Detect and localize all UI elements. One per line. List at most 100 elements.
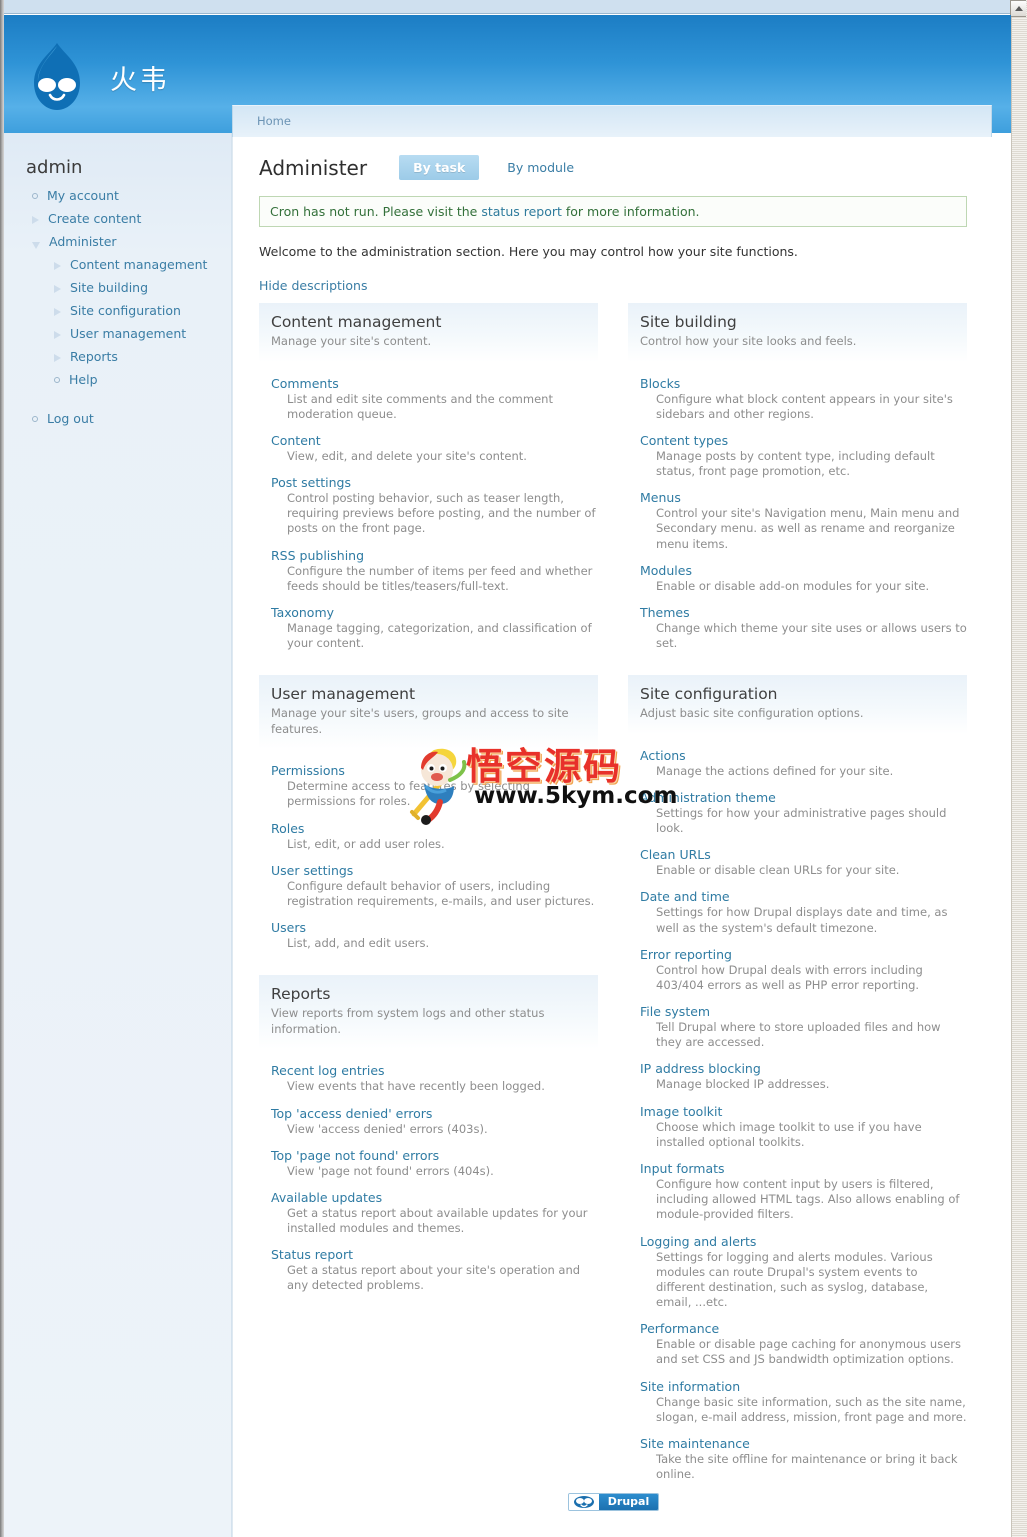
- sidebar-item-label[interactable]: Create content: [48, 211, 141, 226]
- admin-item-link-error-reporting[interactable]: Error reporting: [640, 947, 967, 962]
- admin-item-link-image-toolkit[interactable]: Image toolkit: [640, 1104, 967, 1119]
- admin-item-link-administration-theme[interactable]: Administration theme: [640, 790, 967, 805]
- admin-item-link-clean-urls[interactable]: Clean URLs: [640, 847, 967, 862]
- admin-item-desc: Enable or disable add-on modules for you…: [656, 578, 930, 593]
- hide-descriptions-link[interactable]: Hide descriptions: [259, 278, 967, 293]
- admin-block-site-building: Site building Control how your site look…: [628, 303, 967, 651]
- admin-item-link-roles[interactable]: Roles: [271, 821, 598, 836]
- welcome-text: Welcome to the administration section. H…: [259, 244, 798, 259]
- admin-item-link-taxonomy[interactable]: Taxonomy: [271, 605, 598, 620]
- admin-item-desc: Choose which image toolkit to use if you…: [656, 1119, 922, 1149]
- admin-item-desc: Manage tagging, categorization, and clas…: [287, 620, 592, 651]
- triangle-right-icon: [54, 285, 61, 293]
- admin-item-link-post-settings[interactable]: Post settings: [271, 475, 598, 490]
- triangle-right-icon: [54, 308, 61, 316]
- admin-item-link-blocks[interactable]: Blocks: [640, 376, 967, 391]
- admin-item: Logging and alerts Settings for logging …: [640, 1234, 967, 1311]
- sidebar-item-user-management[interactable]: User management: [4, 322, 231, 345]
- sidebar-item-reports[interactable]: Reports: [4, 345, 231, 368]
- admin-item-link-modules[interactable]: Modules: [640, 563, 967, 578]
- admin-item-link-file-system[interactable]: File system: [640, 1004, 967, 1019]
- block-subtitle: Manage your site's users, groups and acc…: [271, 706, 569, 736]
- sidebar-item-label[interactable]: Reports: [70, 349, 118, 364]
- sidebar-item-label[interactable]: Content management: [70, 257, 207, 272]
- admin-item-link-ip-address-blocking[interactable]: IP address blocking: [640, 1061, 967, 1076]
- admin-item: Performance Enable or disable page cachi…: [640, 1321, 967, 1367]
- admin-item-link-user-settings[interactable]: User settings: [271, 863, 598, 878]
- admin-item: Error reporting Control how Drupal deals…: [640, 947, 967, 993]
- admin-item-link-site-maintenance[interactable]: Site maintenance: [640, 1436, 967, 1451]
- admin-item-desc: Settings for how your administrative pag…: [656, 805, 947, 836]
- sidebar-item-label[interactable]: Site configuration: [70, 303, 181, 318]
- site-branding[interactable]: 火韦: [26, 41, 170, 113]
- block-subtitle: View reports from system logs and other …: [271, 1006, 545, 1036]
- admin-item: Comments List and edit site comments and…: [271, 376, 598, 422]
- admin-item: Taxonomy Manage tagging, categorization,…: [271, 605, 598, 651]
- sidebar-item-content-management[interactable]: Content management: [4, 253, 231, 276]
- triangle-right-icon: [54, 331, 61, 339]
- admin-item-desc: Determine access to features by selectin…: [287, 779, 530, 809]
- admin-item: Clean URLs Enable or disable clean URLs …: [640, 847, 967, 878]
- admin-item-link-users[interactable]: Users: [271, 920, 598, 935]
- admin-item-link-status-report[interactable]: Status report: [271, 1247, 598, 1262]
- sidebar-item-label[interactable]: My account: [47, 188, 119, 203]
- admin-item-desc: Get a status report about your site's op…: [287, 1263, 581, 1293]
- admin-column-right: Site building Control how your site look…: [628, 303, 967, 1506]
- admin-item-link-themes[interactable]: Themes: [640, 605, 967, 620]
- admin-item: Available updates Get a status report ab…: [271, 1190, 598, 1236]
- triangle-down-icon: [32, 242, 40, 249]
- admin-item-link-page-not-found-errors[interactable]: Top 'page not found' errors: [271, 1148, 598, 1163]
- admin-item-desc: Configure how content input by users is …: [656, 1176, 960, 1222]
- admin-item-link-logging-and-alerts[interactable]: Logging and alerts: [640, 1234, 967, 1249]
- sidebar-item-label[interactable]: Site building: [70, 280, 148, 295]
- admin-item-link-available-updates[interactable]: Available updates: [271, 1190, 598, 1205]
- admin-item-desc: List and edit site comments and the comm…: [287, 391, 553, 421]
- admin-view-tabs: By task By module: [399, 155, 588, 180]
- admin-item-link-date-and-time[interactable]: Date and time: [640, 889, 967, 904]
- admin-item-link-performance[interactable]: Performance: [640, 1321, 967, 1336]
- admin-item-link-permissions[interactable]: Permissions: [271, 763, 598, 778]
- admin-item: Administration theme Settings for how yo…: [640, 790, 967, 836]
- status-report-link[interactable]: status report: [481, 204, 562, 219]
- block-title: Content management: [271, 313, 442, 331]
- sidebar-item-label[interactable]: Log out: [47, 411, 94, 426]
- sidebar-item-label[interactable]: Help: [69, 372, 98, 387]
- admin-block-user-management: User management Manage your site's users…: [259, 675, 598, 951]
- admin-item-link-content[interactable]: Content: [271, 433, 598, 448]
- tab-by-task[interactable]: By task: [399, 155, 480, 180]
- admin-item-link-recent-log-entries[interactable]: Recent log entries: [271, 1063, 598, 1078]
- vertical-scrollbar[interactable]: [1010, 0, 1027, 1537]
- admin-item-link-input-formats[interactable]: Input formats: [640, 1161, 967, 1176]
- sidebar-item-my-account[interactable]: My account: [4, 184, 231, 207]
- powered-by-drupal-badge[interactable]: Drupal: [567, 1493, 660, 1511]
- scroll-up-button[interactable]: [1010, 0, 1026, 17]
- admin-item-link-menus[interactable]: Menus: [640, 490, 967, 505]
- circle-bullet-icon: [32, 193, 38, 199]
- admin-item-link-rss-publishing[interactable]: RSS publishing: [271, 548, 598, 563]
- block-header: Site building Control how your site look…: [628, 303, 967, 362]
- sidebar-item-site-configuration[interactable]: Site configuration: [4, 299, 231, 322]
- sidebar-item-administer[interactable]: Administer: [4, 230, 231, 253]
- admin-item-link-site-information[interactable]: Site information: [640, 1379, 967, 1394]
- admin-item-link-access-denied-errors[interactable]: Top 'access denied' errors: [271, 1106, 598, 1121]
- admin-item-desc: Enable or disable page caching for anony…: [656, 1337, 961, 1367]
- block-title: Site configuration: [640, 685, 778, 704]
- admin-item-link-actions[interactable]: Actions: [640, 748, 967, 763]
- main-content: Administer By task By module Cron has no…: [232, 137, 993, 1537]
- admin-item: Users List, add, and edit users.: [271, 920, 598, 951]
- block-title: Reports: [271, 985, 331, 1004]
- sidebar-item-label[interactable]: Administer: [49, 234, 117, 249]
- admin-item-desc: Configure default behavior of users, inc…: [287, 878, 595, 908]
- sidebar-item-help[interactable]: Help: [4, 368, 231, 391]
- sidebar-item-create-content[interactable]: Create content: [4, 207, 231, 230]
- admin-item-link-comments[interactable]: Comments: [271, 376, 598, 391]
- sidebar-item-label[interactable]: User management: [70, 326, 186, 341]
- admin-item: User settings Configure default behavior…: [271, 863, 598, 909]
- admin-item-desc: Settings for how Drupal displays date an…: [656, 905, 948, 935]
- tab-by-module[interactable]: By module: [493, 155, 588, 180]
- breadcrumb-home-link[interactable]: Home: [257, 114, 291, 128]
- block-body: Comments List and edit site comments and…: [259, 362, 598, 652]
- admin-item-link-content-types[interactable]: Content types: [640, 433, 967, 448]
- sidebar-item-log-out[interactable]: Log out: [4, 407, 231, 430]
- sidebar-item-site-building[interactable]: Site building: [4, 276, 231, 299]
